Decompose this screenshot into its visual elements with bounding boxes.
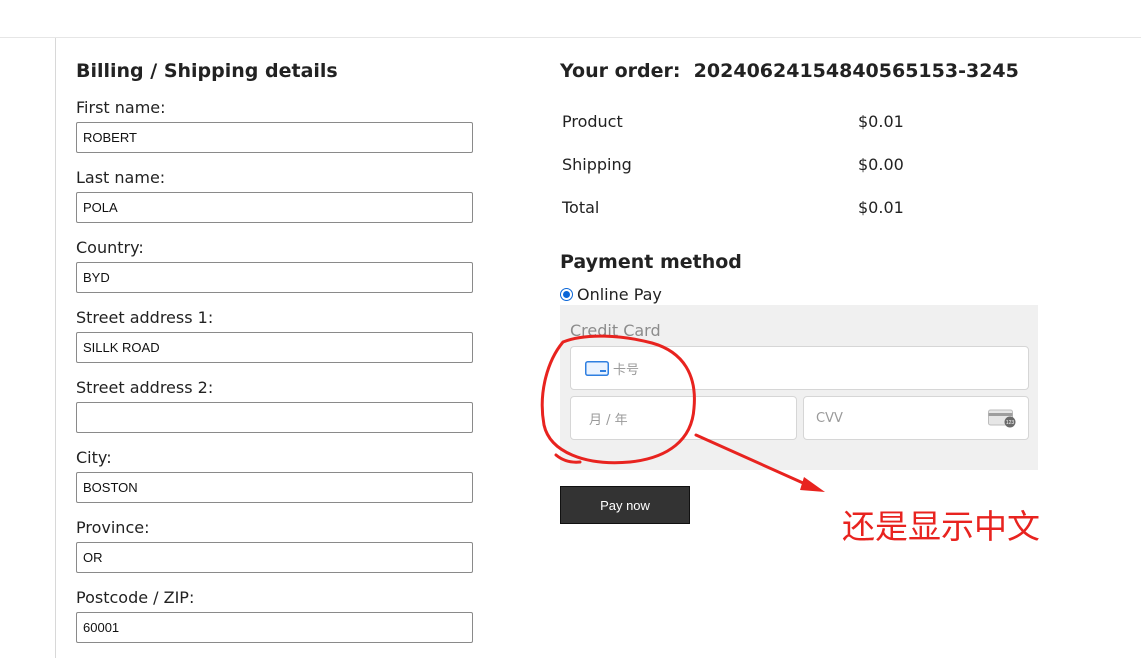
cvv-input[interactable]: CVV 123 [803,396,1029,440]
top-bar [0,0,1141,38]
payment-method-title: Payment method [560,251,742,273]
cvv-card-icon: 123 [988,409,1016,428]
table-row: Total $0.01 [562,186,962,229]
province-label: Province: [76,518,150,537]
card-number-placeholder: 卡号 [613,362,640,378]
total-label: Total [562,198,600,217]
left-divider [55,38,56,658]
last-name-label: Last name: [76,168,166,187]
pay-now-button[interactable]: Pay now [560,486,690,524]
credit-card-panel: Credit Card 卡号 月 / 年 CVV 123 [560,305,1038,470]
online-pay-radio[interactable] [560,288,573,301]
last-name-field[interactable] [76,192,473,223]
first-name-field[interactable] [76,122,473,153]
province-field[interactable] [76,542,473,573]
product-label: Product [562,112,623,131]
expiry-input[interactable]: 月 / 年 [570,396,797,440]
first-name-label: First name: [76,98,166,117]
annotation-arrow-head [800,477,825,492]
card-number-input[interactable]: 卡号 [570,346,1029,390]
expiry-placeholder: 月 / 年 [589,412,628,428]
online-pay-option[interactable]: Online Pay [560,285,662,304]
street-address-1-field[interactable] [76,332,473,363]
postcode-field[interactable] [76,612,473,643]
city-field[interactable] [76,472,473,503]
country-label: Country: [76,238,144,257]
street-address-1-label: Street address 1: [76,308,214,327]
order-summary-table: Product $0.01 Shipping $0.00 Total $0.01 [562,100,962,229]
credit-card-icon [585,360,609,376]
total-amount: $0.01 [858,198,904,217]
city-label: City: [76,448,112,467]
order-title: Your order: 20240624154840565153-3245 [560,60,1019,82]
product-amount: $0.01 [858,112,904,131]
street-address-2-label: Street address 2: [76,378,214,397]
billing-title: Billing / Shipping details [76,60,338,82]
shipping-label: Shipping [562,155,632,174]
svg-text:123: 123 [1006,420,1015,426]
credit-card-title: Credit Card [570,321,661,340]
annotation-text: 还是显示中文 [842,507,1040,546]
postcode-label: Postcode / ZIP: [76,588,195,607]
shipping-amount: $0.00 [858,155,904,174]
table-row: Shipping $0.00 [562,143,962,186]
table-row: Product $0.01 [562,100,962,143]
country-field[interactable] [76,262,473,293]
street-address-2-field[interactable] [76,402,473,433]
online-pay-label: Online Pay [577,285,662,304]
cvv-placeholder: CVV [816,410,843,426]
